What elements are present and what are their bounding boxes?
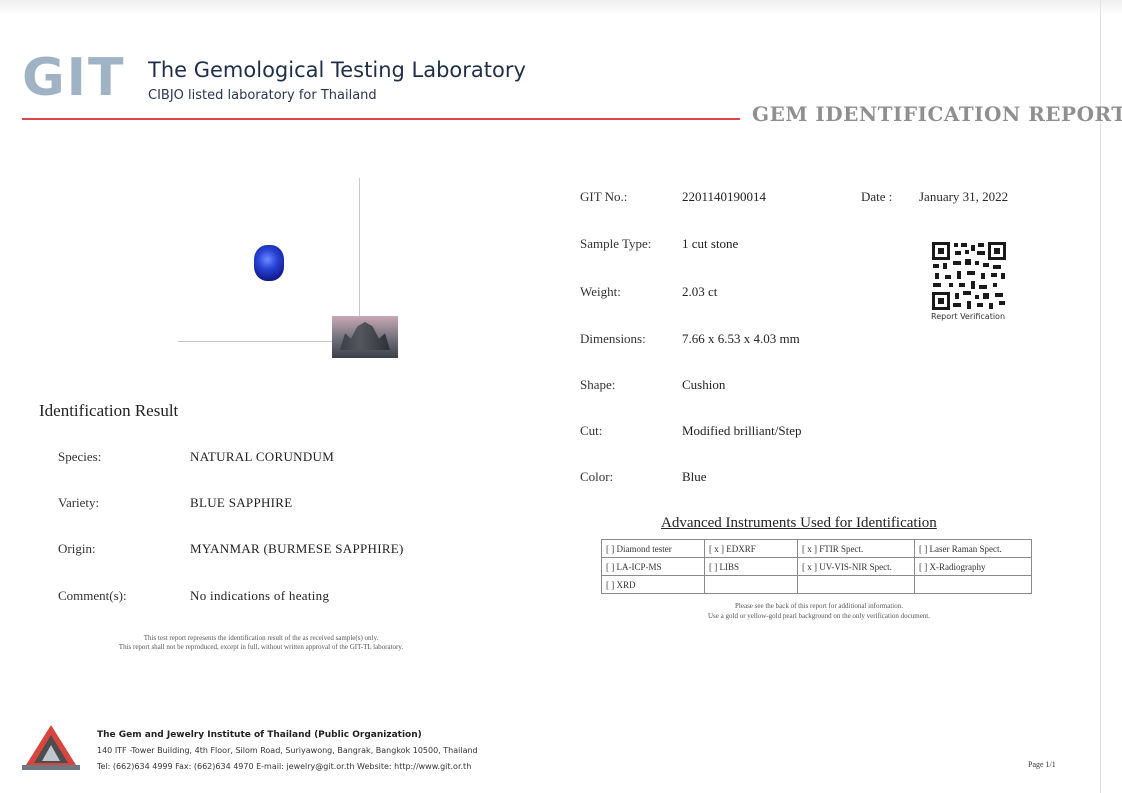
- gemstone-photo: [254, 245, 284, 281]
- institute-name: The Gem and Jewelry Institute of Thailan…: [97, 730, 422, 740]
- species-value: NATURAL CORUNDUM: [190, 449, 335, 464]
- instrument-cell: [914, 575, 1032, 594]
- instruments-row: [ ] XRD: [601, 575, 1032, 594]
- disclaimer-line-2: This report shall not be reproduced, exc…: [118, 643, 404, 651]
- comments-value: No indications of heating: [190, 588, 330, 603]
- instruments-note-1: Please see the back of this report for a…: [735, 602, 903, 610]
- cut-value: Modified brilliant/Step: [682, 423, 802, 438]
- comments-label: Comment(s):: [58, 588, 127, 603]
- instrument-cell: [ ] Laser Raman Spect.: [914, 539, 1032, 558]
- shape-label: Shape:: [580, 377, 616, 392]
- report-type-title: GEM IDENTIFICATION REPORT: [752, 102, 1122, 126]
- shape-value: Cushion: [682, 377, 726, 392]
- identification-heading: Identification Result: [39, 401, 179, 420]
- variety-value: BLUE SAPPHIRE: [190, 495, 293, 510]
- instrument-cell: [ ] XRD: [601, 575, 705, 594]
- page-number: Page 1/1: [1028, 760, 1056, 769]
- instrument-cell: [797, 575, 915, 594]
- gjt-logo-icon: [22, 725, 80, 770]
- git-no-label: GIT No.:: [580, 189, 628, 204]
- weight-value: 2.03 ct: [682, 284, 718, 299]
- header-rule: [22, 118, 740, 120]
- cut-label: Cut:: [580, 423, 603, 438]
- lab-subtitle: CIBJO listed laboratory for Thailand: [148, 88, 377, 103]
- instruments-table: [ ] Diamond tester [ x ] EDXRF [ x ] FTI…: [601, 539, 1032, 594]
- date-value: January 31, 2022: [919, 189, 1009, 204]
- variety-label: Variety:: [58, 495, 100, 510]
- instrument-cell: [ x ] UV-VIS-NIR Spect.: [797, 557, 915, 576]
- instrument-cell: [ ] LIBS: [704, 557, 798, 576]
- date-label: Date :: [861, 189, 893, 204]
- instrument-cell: [ x ] EDXRF: [704, 539, 798, 558]
- scan-shadow: [0, 0, 1122, 16]
- color-value: Blue: [682, 469, 707, 484]
- origin-value: MYANMAR (BURMESE SAPPHIRE): [190, 541, 404, 556]
- instruments-note-2: Use a gold or yellow-gold pearl backgrou…: [708, 612, 930, 620]
- git-logo: GIT: [22, 48, 126, 108]
- security-hologram: [332, 316, 398, 358]
- dimensions-value: 7.66 x 6.53 x 4.03 mm: [682, 331, 800, 346]
- temple-hologram-image: [340, 322, 390, 350]
- instrument-cell: [ x ] FTIR Spect.: [797, 539, 915, 558]
- instrument-cell: [704, 575, 798, 594]
- qr-caption: Report Verification: [931, 312, 1006, 321]
- species-label: Species:: [58, 449, 102, 464]
- lab-title: The Gemological Testing Laboratory: [148, 58, 526, 82]
- weight-label: Weight:: [580, 284, 621, 299]
- qr-code[interactable]: [931, 241, 1007, 311]
- instruments-row: [ ] LA-ICP-MS [ ] LIBS [ x ] UV-VIS-NIR …: [601, 557, 1032, 576]
- sample-type-value: 1 cut stone: [682, 236, 739, 251]
- institute-contact: Tel: (662)634 4999 Fax: (662)634 4970 E-…: [97, 762, 472, 771]
- git-no-value: 2201140190014: [682, 189, 767, 204]
- color-label: Color:: [580, 469, 614, 484]
- instruments-heading: Advanced Instruments Used for Identifica…: [661, 515, 937, 531]
- instruments-row: [ ] Diamond tester [ x ] EDXRF [ x ] FTI…: [601, 539, 1032, 558]
- instrument-cell: [ ] Diamond tester: [601, 539, 705, 558]
- origin-label: Origin:: [58, 541, 96, 556]
- disclaimer-line-1: This test report represents the identifi…: [143, 634, 379, 642]
- institute-address: 140 ITF -Tower Building, 4th Floor, Silo…: [97, 746, 478, 755]
- sample-type-label: Sample Type:: [580, 236, 652, 251]
- instrument-cell: [ ] LA-ICP-MS: [601, 557, 705, 576]
- dimensions-label: Dimensions:: [580, 331, 646, 346]
- instrument-cell: [ ] X-Radiography: [914, 557, 1032, 576]
